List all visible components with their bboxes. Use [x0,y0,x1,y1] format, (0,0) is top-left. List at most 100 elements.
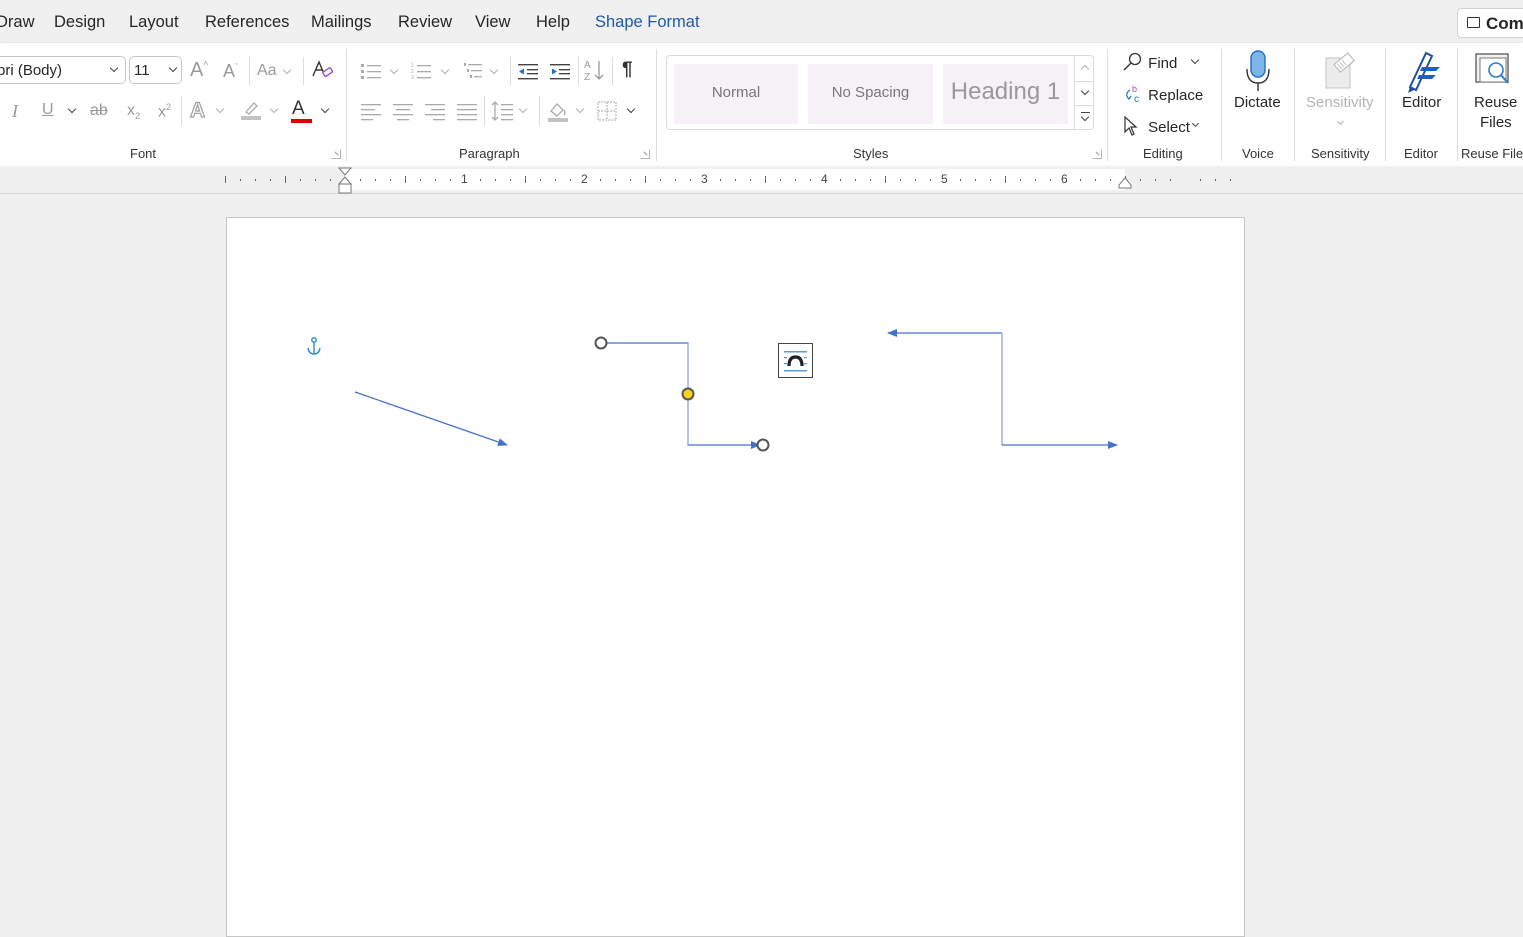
underline-button[interactable]: U [42,102,54,118]
ruler-tick [1035,179,1036,181]
chevron-down-icon[interactable] [269,104,279,114]
ruler-number: 5 [941,172,948,186]
styles-scroll-down[interactable] [1074,81,1094,105]
tab-help[interactable]: Help [536,13,570,32]
ruler-tick [630,179,631,181]
font-dialog-launcher-icon[interactable] [331,149,341,159]
find-button[interactable]: Find [1122,52,1200,72]
tab-review[interactable]: Review [398,13,452,32]
group-divider [1107,49,1108,161]
replace-button[interactable]: bc Replace [1122,84,1203,105]
change-case-icon[interactable]: Aa [257,63,277,79]
ruler-tick [1005,176,1006,183]
font-color-swatch [291,119,312,123]
search-icon [1123,52,1142,71]
shrink-font-icon[interactable]: Aˇ [223,62,238,80]
tab-shape-format[interactable]: Shape Format [595,13,700,32]
text-effects-icon[interactable]: A [189,99,205,121]
ruler-tick [480,179,481,181]
style-normal[interactable]: Normal [674,64,798,124]
subscript-button[interactable]: x2 [127,103,140,121]
chevron-down-icon[interactable] [320,104,330,114]
decrease-indent-icon[interactable] [517,61,539,86]
cursor-icon [1124,115,1138,136]
tab-references[interactable]: References [205,13,289,32]
connector-start-handle[interactable] [594,336,608,350]
reuse-files-icon [1475,53,1509,84]
styles-more-button[interactable] [1074,105,1094,130]
ruler-tick [615,179,616,181]
clear-formatting-icon[interactable] [311,59,334,86]
ruler-tick [510,179,511,181]
chevron-down-icon[interactable] [389,65,399,75]
style-no-spacing[interactable]: No Spacing [808,64,933,124]
dictate-button[interactable]: Dictate [1228,49,1288,141]
ruler-tick [1170,179,1171,181]
chevron-down-icon[interactable] [215,104,225,114]
font-size-combo[interactable]: 11 [129,56,182,84]
multilevel-list-icon[interactable] [462,61,484,86]
tab-design[interactable]: Design [54,13,105,32]
ruler-tick [270,179,271,181]
dictate-label: Dictate [1234,94,1281,111]
reuse-files-button[interactable]: Reuse Files [1463,49,1523,141]
grow-font-icon[interactable]: A^ [190,60,208,80]
connector-adjust-handle[interactable] [681,387,695,401]
numbering-icon[interactable]: 123 [410,61,432,86]
chevron-down-icon[interactable] [282,65,292,75]
layout-options-button[interactable] [778,343,813,378]
indent-markers-left[interactable] [338,167,352,195]
style-heading-1[interactable]: Heading 1 [943,64,1068,124]
chevron-down-icon[interactable] [626,104,636,114]
chevron-down-icon[interactable] [440,65,450,75]
svg-text:Z: Z [584,72,590,82]
italic-button[interactable]: I [12,102,18,120]
group-divider [1385,49,1386,161]
justify-icon[interactable] [456,101,478,126]
right-indent-marker[interactable] [1118,177,1132,189]
document-page[interactable] [226,217,1245,937]
align-center-icon[interactable] [392,101,414,126]
styles-scroll-up[interactable] [1074,56,1094,81]
increase-indent-icon[interactable] [549,61,571,86]
styles-dialog-launcher-icon[interactable] [1092,149,1102,159]
chevron-down-icon[interactable] [67,104,77,114]
ruler-number: 1 [461,172,468,186]
show-marks-icon[interactable]: ¶ [622,60,633,79]
ruler-tick [300,179,301,181]
highlight-icon[interactable] [240,99,262,126]
font-name-combo[interactable]: bri (Body) [0,56,126,84]
ruler-tick [1230,179,1231,181]
chevron-down-icon[interactable] [489,65,499,75]
paragraph-dialog-launcher-icon[interactable] [640,149,650,159]
align-left-icon[interactable] [360,101,382,126]
align-right-icon[interactable] [424,101,446,126]
chevron-down-icon[interactable] [518,104,528,114]
shading-icon[interactable] [547,99,569,128]
borders-icon[interactable] [597,101,617,126]
divider [484,96,485,126]
line-spacing-icon[interactable] [491,100,515,127]
superscript-button[interactable]: x2 [158,103,171,120]
chevron-down-icon[interactable] [575,104,585,114]
editor-button[interactable]: Editor [1392,49,1452,141]
connector-end-handle[interactable] [756,438,770,452]
ruler-tick [1140,179,1141,181]
select-button[interactable]: Select [1122,115,1200,136]
font-color-icon[interactable]: A [292,99,305,118]
chevron-up-icon [1080,64,1090,74]
ruler-number: 3 [701,172,708,186]
horizontal-ruler[interactable]: 1 2 3 4 5 6 [0,166,1523,194]
tab-layout[interactable]: Layout [129,13,179,32]
bullets-icon[interactable] [360,61,382,86]
tab-view[interactable]: View [475,13,510,32]
sort-icon[interactable]: AZ [583,58,605,87]
sensitivity-button[interactable]: Sensitivity [1302,49,1378,141]
comments-button[interactable]: Com [1457,8,1523,38]
chevron-down-icon [1080,86,1090,96]
ruler-tick [525,176,526,183]
strikethrough-button[interactable]: ab [90,103,108,119]
tab-draw[interactable]: Draw [0,13,35,32]
tab-mailings[interactable]: Mailings [311,13,372,32]
styles-gallery: Normal No Spacing Heading 1 [666,55,1094,130]
